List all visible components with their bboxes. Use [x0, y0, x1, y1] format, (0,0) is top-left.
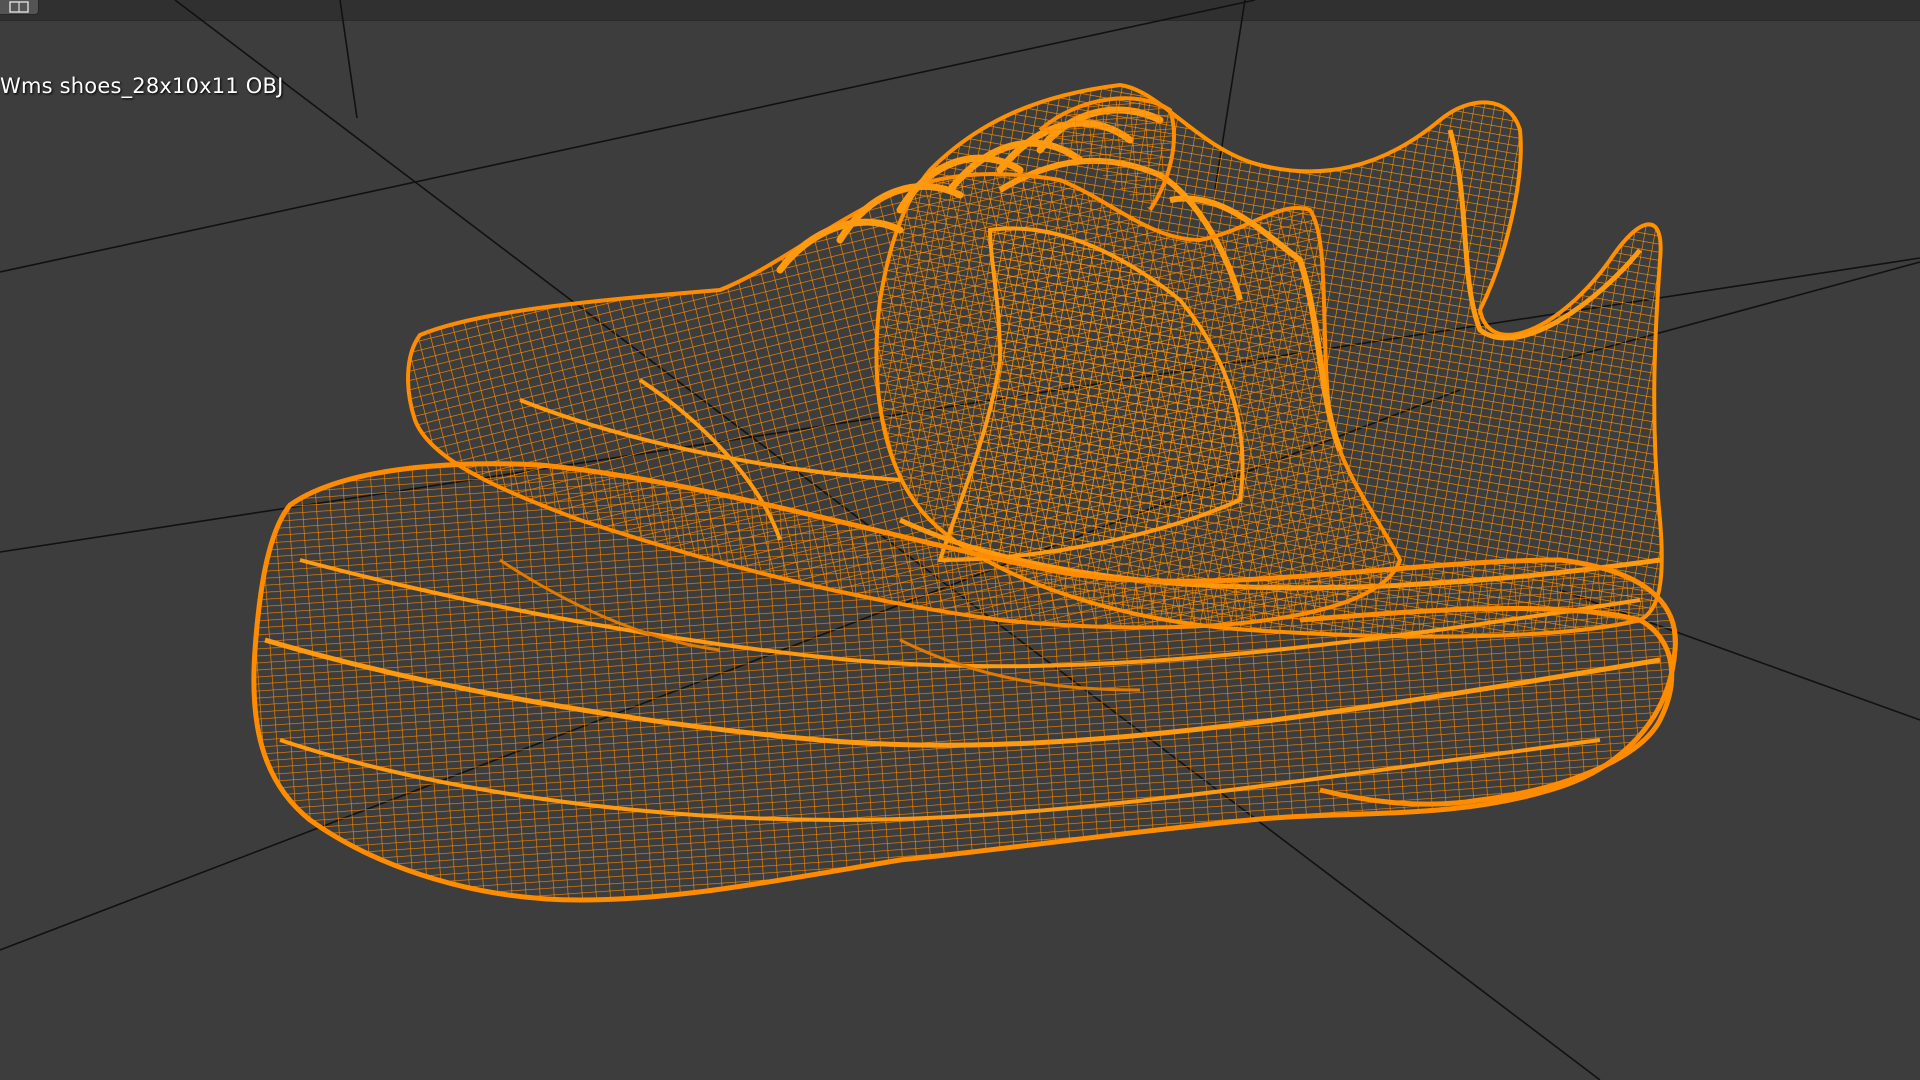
viewport-scene	[0, 0, 1920, 1080]
3d-viewport[interactable]: Wms shoes_28x10x11 OBJ	[0, 0, 1920, 1080]
object-name-label: Wms shoes_28x10x11 OBJ	[0, 74, 284, 98]
